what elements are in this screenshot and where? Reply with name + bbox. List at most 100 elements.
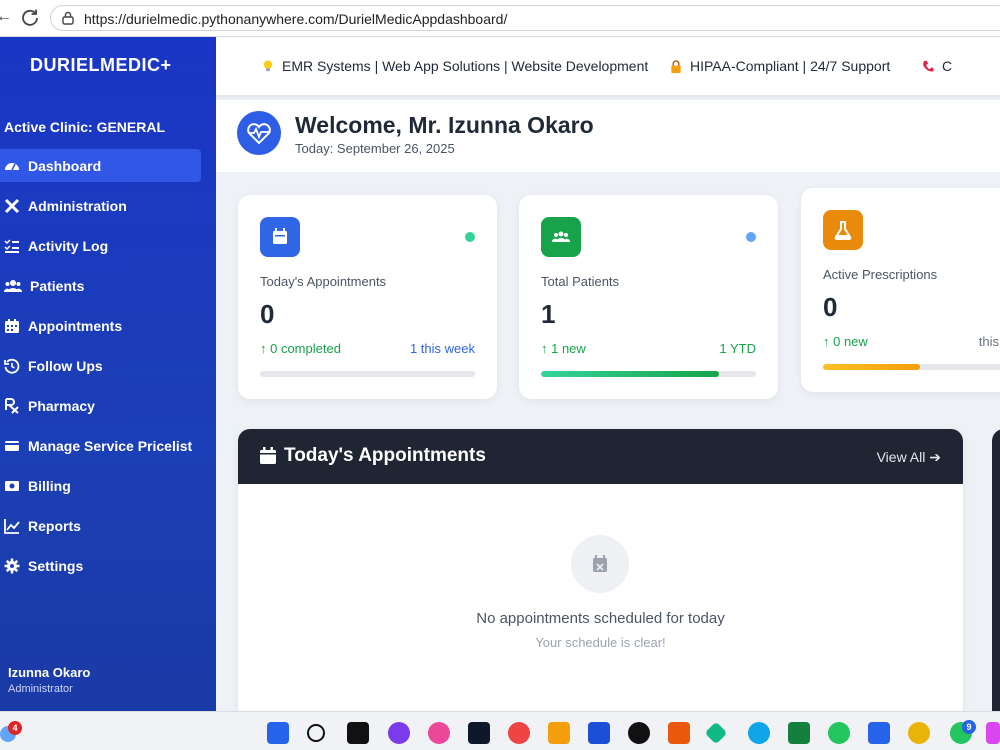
sidebar-item-label: Manage Service Pricelist xyxy=(28,437,193,454)
stat-ytd: 1 YTD xyxy=(719,341,756,356)
stat-value: 0 xyxy=(823,292,838,322)
progress-track xyxy=(260,371,475,377)
empty-state-subtitle: Your schedule is clear! xyxy=(535,635,666,650)
panel-title: Today's Appointments xyxy=(284,445,486,466)
stat-this-week: 1 this week xyxy=(409,341,475,356)
git-icon[interactable] xyxy=(704,721,728,745)
users-icon xyxy=(541,217,581,257)
sidebar-item-pharmacy[interactable]: Pharmacy xyxy=(0,389,216,422)
task-view-icon[interactable] xyxy=(347,722,369,744)
progress-fill xyxy=(823,364,920,370)
stat-card-appointments[interactable]: Today's Appointments 0 ↑ 0 completed 1 t… xyxy=(238,195,497,399)
copilot-icon[interactable] xyxy=(428,722,450,744)
back-arrow-icon[interactable]: ← xyxy=(0,8,12,26)
calendar-x-icon xyxy=(571,535,629,593)
welcome-header: Welcome, Mr. Izunna Okaro Today: Septemb… xyxy=(216,100,1000,172)
hipaa-banner-item: HIPAA-Compliant | 24/7 Support xyxy=(670,58,890,74)
chart-line-icon xyxy=(4,518,20,534)
heartbeat-icon xyxy=(237,111,281,155)
site-info-icon[interactable] xyxy=(61,11,75,25)
welcome-title: Welcome, Mr. Izunna Okaro xyxy=(295,112,594,138)
gear-icon xyxy=(4,558,20,573)
user-role: Administrator xyxy=(8,683,73,695)
brand-logo-text[interactable]: DURIELMEDIC+ xyxy=(30,55,172,76)
chrome-icon[interactable] xyxy=(508,722,530,744)
user-profile[interactable]: Izunna Okaro Administrator xyxy=(8,665,90,695)
price-tag-icon xyxy=(5,440,19,451)
prescription-icon xyxy=(5,397,19,414)
sidebar-item-service-pricelist[interactable]: Manage Service Pricelist xyxy=(0,429,216,462)
app-icon[interactable] xyxy=(986,722,1000,744)
sidebar-nav: Dashboard Administration Activity Log Pa… xyxy=(0,149,216,589)
flask-icon xyxy=(823,210,863,250)
money-bill-icon xyxy=(5,480,19,491)
sidebar-item-label: Pharmacy xyxy=(28,397,95,414)
today-date: Today: September 26, 2025 xyxy=(295,141,455,156)
todays-appointments-panel: Today's Appointments View All ➔ No appoi… xyxy=(238,429,963,719)
start-icon[interactable] xyxy=(267,722,289,744)
stat-card-prescriptions[interactable]: Active Prescriptions 0 ↑ 0 new this xyxy=(801,188,1000,392)
sidebar-item-label: Appointments xyxy=(28,317,123,334)
store-icon[interactable] xyxy=(468,722,490,744)
address-bar[interactable]: https://durielmedic.pythonanywhere.com/D… xyxy=(50,5,1000,31)
hipaa-text: HIPAA-Compliant | 24/7 Support xyxy=(690,58,891,74)
sidebar-item-label: Administration xyxy=(28,197,127,214)
sidebar-item-label: Patients xyxy=(30,277,85,294)
tools-icon xyxy=(4,198,20,213)
sublime-icon[interactable] xyxy=(668,722,690,744)
stat-value: 1 xyxy=(541,299,556,329)
stat-label: Today's Appointments xyxy=(260,274,387,289)
sidebar-item-dashboard[interactable]: Dashboard xyxy=(0,149,201,182)
whatsapp-badge: 9 xyxy=(962,720,976,734)
services-text: EMR Systems | Web App Solutions | Websit… xyxy=(282,58,649,74)
view-all-link[interactable]: View All ➔ xyxy=(877,449,941,466)
sidebar-item-patients[interactable]: Patients xyxy=(0,269,216,302)
sidebar-item-activity-log[interactable]: Activity Log xyxy=(0,229,216,262)
chrome-profile-2-icon[interactable] xyxy=(908,722,930,744)
arrow-right-icon: ➔ xyxy=(929,449,941,465)
vscode-icon[interactable] xyxy=(868,722,890,744)
secondary-panel-edge xyxy=(992,429,1000,719)
sidebar-item-follow-ups[interactable]: Follow Ups xyxy=(0,349,216,382)
sidebar-item-label: Dashboard xyxy=(28,157,102,174)
status-dot xyxy=(746,232,756,242)
lightbulb-icon xyxy=(263,59,273,71)
stat-card-patients[interactable]: Total Patients 1 ↑ 1 new 1 YTD xyxy=(519,195,778,399)
word-icon[interactable] xyxy=(588,722,610,744)
progress-track xyxy=(823,364,1000,370)
contact-text: C xyxy=(942,58,953,74)
folder-icon[interactable] xyxy=(548,722,570,744)
reload-icon[interactable] xyxy=(20,7,40,27)
sidebar-item-billing[interactable]: Billing xyxy=(0,469,216,502)
stat-completed: ↑ 0 completed xyxy=(260,341,341,356)
gauge-icon xyxy=(5,162,19,170)
stat-label: Total Patients xyxy=(541,274,620,289)
chat-icon[interactable] xyxy=(388,722,410,744)
media-player-icon[interactable] xyxy=(628,722,650,744)
active-clinic-label: Active Clinic: GENERAL xyxy=(4,119,166,135)
history-icon xyxy=(4,358,20,374)
sidebar-item-administration[interactable]: Administration xyxy=(0,189,216,222)
contact-banner-item: C xyxy=(922,58,952,74)
weather-badge: 4 xyxy=(8,721,22,735)
excel-icon[interactable] xyxy=(788,722,810,744)
edge-icon[interactable] xyxy=(748,722,770,744)
chrome-profile-icon[interactable] xyxy=(828,722,850,744)
browser-toolbar: ← https://durielmedic.pythonanywhere.com… xyxy=(0,0,1000,37)
calendar-icon xyxy=(260,217,300,257)
stat-value: 0 xyxy=(260,299,275,329)
panel-header: Today's Appointments View All ➔ xyxy=(238,429,963,484)
sidebar-item-settings[interactable]: Settings xyxy=(0,549,216,582)
windows-taskbar: 4 9 xyxy=(0,711,1000,750)
sidebar-item-appointments[interactable]: Appointments xyxy=(0,309,216,342)
user-name: Izunna Okaro xyxy=(8,665,91,680)
empty-state-title: No appointments scheduled for today xyxy=(476,610,725,627)
sidebar-item-label: Billing xyxy=(28,477,71,494)
stat-new: ↑ 1 new xyxy=(541,341,586,356)
list-check-icon xyxy=(4,238,19,253)
top-info-banner: EMR Systems | Web App Solutions | Websit… xyxy=(216,37,1000,95)
sidebar-item-label: Follow Ups xyxy=(28,357,103,374)
sidebar-item-reports[interactable]: Reports xyxy=(0,509,216,542)
calendar-icon xyxy=(5,318,19,333)
search-icon[interactable] xyxy=(307,724,325,742)
